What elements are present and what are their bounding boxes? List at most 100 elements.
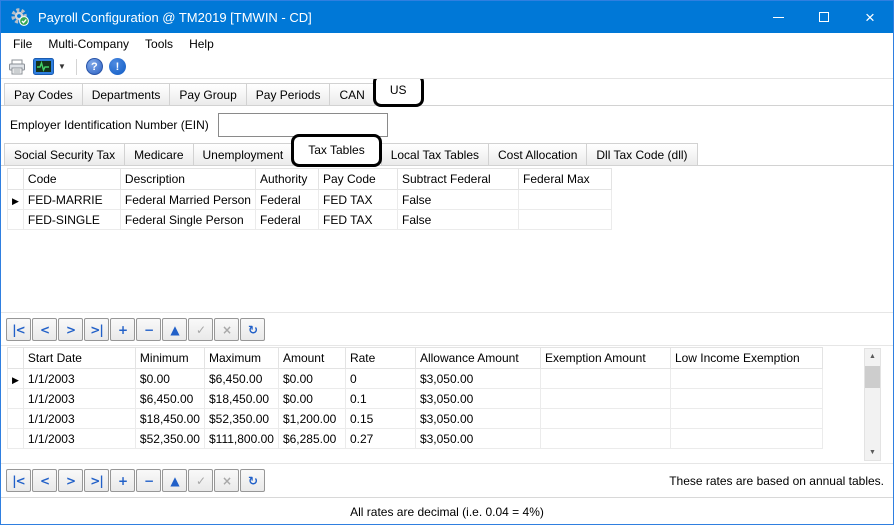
menu-tools[interactable]: Tools [137,35,181,53]
scroll-down-button[interactable]: ▼ [865,445,880,460]
print-icon[interactable] [5,56,30,78]
cell-federal-max[interactable] [518,210,611,230]
cell-minimum[interactable]: $6,450.00 [135,389,204,409]
nav-prior-button[interactable]: < [32,318,57,341]
cell-code[interactable]: FED-MARRIE [23,190,120,210]
cell-allowance-amount[interactable]: $3,050.00 [415,389,540,409]
cell-low-income-exemption[interactable] [670,409,822,429]
cell-description[interactable]: Federal Single Person [120,210,255,230]
close-icon: × [865,9,875,26]
info-icon[interactable]: ! [106,56,129,78]
menu-help[interactable]: Help [181,35,222,53]
nav-first-button[interactable]: |< [6,469,31,492]
nav-insert-button[interactable]: + [110,469,135,492]
nav-first-button[interactable]: |< [6,318,31,341]
cell-maximum[interactable]: $52,350.00 [204,409,278,429]
close-button[interactable]: × [847,1,893,33]
nav-prior-button[interactable]: < [32,469,57,492]
cell-rate[interactable]: 0 [345,369,415,389]
tab-medicare[interactable]: Medicare [124,143,193,165]
cell-rate[interactable]: 0.27 [345,429,415,449]
cell-low-income-exemption[interactable] [670,429,822,449]
nav-insert-button[interactable]: + [110,318,135,341]
cell-subtract-federal[interactable]: False [397,190,518,210]
table-row[interactable]: 1/1/2003 $18,450.00 $52,350.00 $1,200.00… [8,409,823,429]
help-icon[interactable]: ? [83,56,106,78]
cell-amount[interactable]: $1,200.00 [278,409,345,429]
scrollbar-thumb[interactable] [865,366,880,388]
rate-grid-scrollbar[interactable]: ▲ ▼ [864,348,881,461]
table-row[interactable]: FED-SINGLE Federal Single Person Federal… [8,210,612,230]
tab-tax-tables[interactable]: Tax Tables [291,134,381,167]
cell-exemption-amount[interactable] [540,409,670,429]
table-row[interactable]: 1/1/2003 $52,350.00 $111,800.00 $6,285.0… [8,429,823,449]
cell-subtract-federal[interactable]: False [397,210,518,230]
tab-pay-codes[interactable]: Pay Codes [4,83,83,105]
selector-header [8,169,24,190]
cell-pay-code[interactable]: FED TAX [318,210,397,230]
nav-delete-button[interactable]: − [136,318,161,341]
cell-maximum[interactable]: $111,800.00 [204,429,278,449]
tab-social-security-tax[interactable]: Social Security Tax [4,143,125,165]
tab-departments[interactable]: Departments [82,83,171,105]
cell-start-date[interactable]: 1/1/2003 [23,389,135,409]
cell-start-date[interactable]: 1/1/2003 [23,429,135,449]
cell-federal-max[interactable] [518,190,611,210]
cell-start-date[interactable]: 1/1/2003 [23,409,135,429]
dropdown-caret-icon[interactable]: ▼ [57,62,70,71]
nav-last-button[interactable]: >| [84,469,109,492]
tab-local-tax-tables[interactable]: Local Tax Tables [381,143,489,165]
tab-dll-tax-code[interactable]: Dll Tax Code (dll) [586,143,697,165]
cell-low-income-exemption[interactable] [670,389,822,409]
cell-minimum[interactable]: $18,450.00 [135,409,204,429]
row-selector: ▶ [8,369,24,389]
maximize-button[interactable] [801,1,847,33]
payroll-monitor-icon[interactable] [30,56,57,78]
tab-unemployment[interactable]: Unemployment [193,143,294,165]
nav-refresh-button[interactable]: ↻ [240,318,265,341]
nav-refresh-button[interactable]: ↻ [240,469,265,492]
cell-maximum[interactable]: $6,450.00 [204,369,278,389]
cell-start-date[interactable]: 1/1/2003 [23,369,135,389]
cell-exemption-amount[interactable] [540,369,670,389]
nav-next-button[interactable]: > [58,318,83,341]
tab-us[interactable]: US [373,79,424,107]
table-row[interactable]: ▶ FED-MARRIE Federal Married Person Fede… [8,190,612,210]
nav-last-button[interactable]: >| [84,318,109,341]
cell-code[interactable]: FED-SINGLE [23,210,120,230]
menu-multi-company[interactable]: Multi-Company [40,35,137,53]
cell-amount[interactable]: $0.00 [278,389,345,409]
tab-pay-group[interactable]: Pay Group [169,83,246,105]
nav-edit-button[interactable]: ▲ [162,469,187,492]
cell-exemption-amount[interactable] [540,389,670,409]
scroll-up-button[interactable]: ▲ [865,349,880,364]
cell-minimum[interactable]: $0.00 [135,369,204,389]
menu-file[interactable]: File [5,35,40,53]
table-row[interactable]: 1/1/2003 $6,450.00 $18,450.00 $0.00 0.1 … [8,389,823,409]
cell-rate[interactable]: 0.1 [345,389,415,409]
cell-allowance-amount[interactable]: $3,050.00 [415,369,540,389]
cell-description[interactable]: Federal Married Person [120,190,255,210]
tab-cost-allocation[interactable]: Cost Allocation [488,143,587,165]
tab-pay-periods[interactable]: Pay Periods [246,83,331,105]
table-row[interactable]: ▶ 1/1/2003 $0.00 $6,450.00 $0.00 0 $3,05… [8,369,823,389]
cell-low-income-exemption[interactable] [670,369,822,389]
cell-exemption-amount[interactable] [540,429,670,449]
scrollbar-track[interactable] [865,364,880,445]
cell-allowance-amount[interactable]: $3,050.00 [415,429,540,449]
nav-delete-button[interactable]: − [136,469,161,492]
minimize-button[interactable] [755,1,801,33]
cell-maximum[interactable]: $18,450.00 [204,389,278,409]
payroll-configuration-window: Payroll Configuration @ TM2019 [TMWIN - … [0,0,894,525]
nav-next-button[interactable]: > [58,469,83,492]
cell-pay-code[interactable]: FED TAX [318,190,397,210]
cell-allowance-amount[interactable]: $3,050.00 [415,409,540,429]
cell-authority[interactable]: Federal [255,210,318,230]
cell-authority[interactable]: Federal [255,190,318,210]
cell-amount[interactable]: $0.00 [278,369,345,389]
cell-amount[interactable]: $6,285.00 [278,429,345,449]
tab-can[interactable]: CAN [329,83,374,105]
cell-rate[interactable]: 0.15 [345,409,415,429]
nav-edit-button[interactable]: ▲ [162,318,187,341]
cell-minimum[interactable]: $52,350.00 [135,429,204,449]
